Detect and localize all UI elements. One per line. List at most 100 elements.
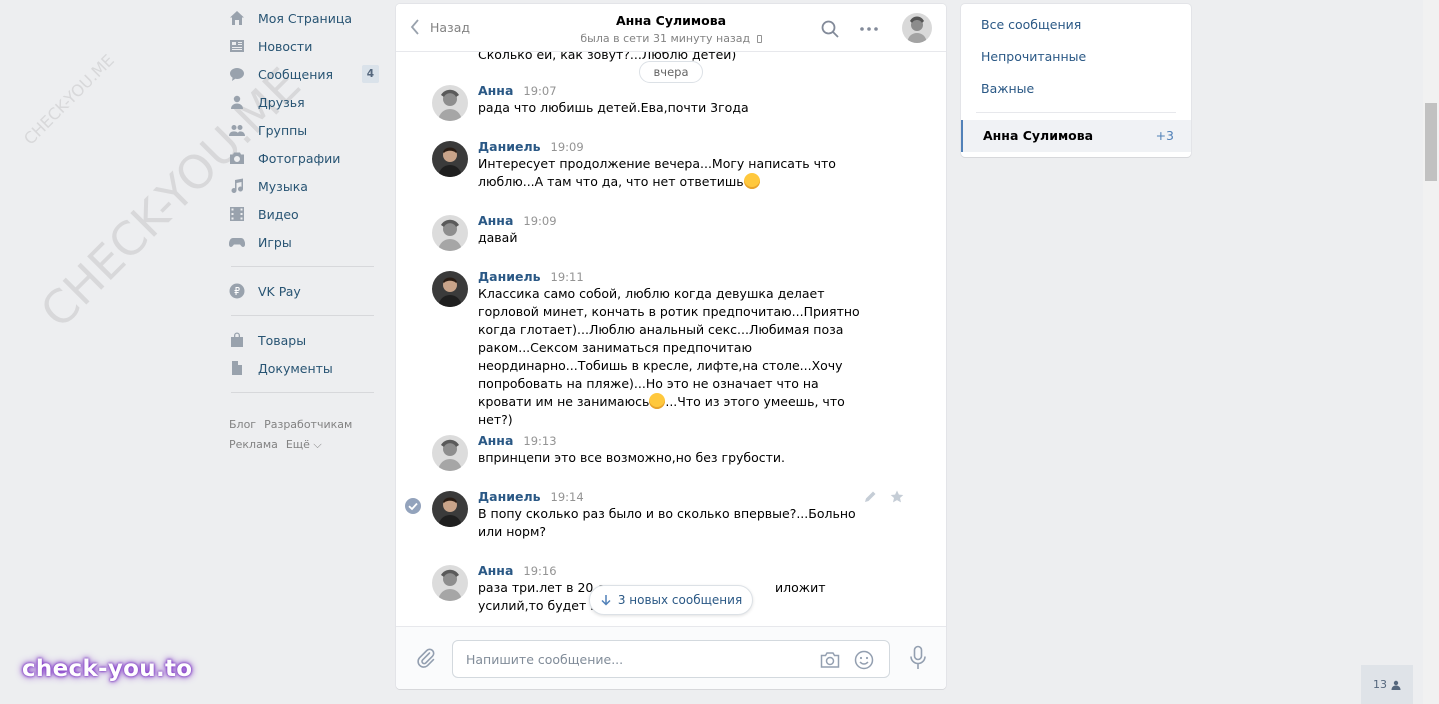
filter-unread[interactable]: Непрочитанные <box>961 41 1191 73</box>
message-time[interactable]: 19:16 <box>523 564 556 578</box>
new-messages-button[interactable]: 3 новых сообщения <box>589 585 753 615</box>
nav-label: Документы <box>258 360 333 376</box>
documents-icon <box>229 360 245 376</box>
message-time[interactable]: 19:14 <box>551 490 584 504</box>
peer-status-text: была в сети 31 минуту назад <box>580 32 751 45</box>
nav-label: Товары <box>258 332 307 348</box>
message-time[interactable]: 19:09 <box>551 140 584 154</box>
active-dialog-name: Анна Сулимова <box>983 128 1094 143</box>
nav-label: Фотографии <box>258 150 341 166</box>
active-dialog-item[interactable]: Анна Сулимова +3 <box>961 120 1191 152</box>
nav-label: Игры <box>258 234 292 250</box>
message-author[interactable]: Анна <box>478 83 513 98</box>
nav-documents[interactable]: Документы <box>229 354 379 382</box>
nav-my-page[interactable]: Моя Страница <box>229 4 379 32</box>
message-author[interactable]: Анна <box>478 433 513 448</box>
nav-label: Моя Страница <box>258 10 352 26</box>
nav-label: VK Pay <box>258 283 301 299</box>
message-item[interactable]: Анна 19:07 рада что любишь детей.Ева,почт… <box>432 83 892 121</box>
message-time[interactable]: 19:13 <box>523 434 556 448</box>
news-icon <box>229 38 245 54</box>
filter-all-messages[interactable]: Все сообщения <box>961 9 1191 41</box>
emoji-icon[interactable] <box>853 649 875 671</box>
footer-more-link[interactable]: Ещё ⌵ <box>286 438 322 451</box>
avatar-anna[interactable] <box>432 435 468 471</box>
message-selected-check-icon[interactable] <box>405 498 421 514</box>
filter-important[interactable]: Важные <box>961 73 1191 105</box>
message-author[interactable]: Даниель <box>478 269 541 284</box>
nav-footer: Блог Разработчикам Реклама Ещё ⌵ <box>229 415 379 455</box>
nav-photos[interactable]: Фотографии <box>229 144 379 172</box>
search-icon[interactable] <box>820 19 840 39</box>
watermark-small: CHECK-YOU.ME <box>20 50 118 149</box>
message-author[interactable]: Анна <box>478 213 513 228</box>
message-item[interactable]: Анна 19:09 давай <box>432 213 892 251</box>
avatar-daniel[interactable] <box>432 491 468 527</box>
filter-divider <box>976 112 1176 113</box>
photos-icon <box>229 150 245 166</box>
message-item[interactable]: Даниель 19:14 В попу сколько раз было и в… <box>432 489 892 541</box>
date-separator: вчера <box>639 61 703 83</box>
more-icon[interactable] <box>859 19 879 39</box>
friends-icon <box>229 94 245 110</box>
avatar-daniel[interactable] <box>432 141 468 177</box>
nav-friends[interactable]: Друзья <box>229 88 379 116</box>
message-history[interactable]: Сколько ей, как зовут?...Люблю детей) вч… <box>396 4 946 626</box>
chat-header: Назад Анна Сулимова была в сети 31 минут… <box>396 4 946 52</box>
nav-label: Музыка <box>258 178 308 194</box>
message-author[interactable]: Даниель <box>478 489 541 504</box>
vkpay-icon <box>229 283 245 299</box>
avatar-daniel[interactable] <box>432 271 468 307</box>
footer-developers-link[interactable]: Разработчикам <box>264 418 352 431</box>
video-icon <box>229 206 245 222</box>
nav-goods[interactable]: Товары <box>229 326 379 354</box>
avatar-anna[interactable] <box>432 565 468 601</box>
messages-icon <box>229 66 245 82</box>
nav-label: Видео <box>258 206 299 222</box>
online-friends-button[interactable]: 13 <box>1361 665 1413 704</box>
camera-icon[interactable] <box>819 649 841 671</box>
nav-divider <box>231 315 374 316</box>
nav-label: Новости <box>258 38 313 54</box>
message-input[interactable] <box>453 641 793 677</box>
nav-games[interactable]: Игры <box>229 228 379 256</box>
avatar-anna[interactable] <box>432 85 468 121</box>
nav-groups[interactable]: Группы <box>229 116 379 144</box>
footer-ads-link[interactable]: Реклама <box>229 438 278 451</box>
message-text: Классика само собой, люблю когда девушка… <box>478 285 868 429</box>
message-item[interactable]: Даниель 19:11 Классика само собой, люблю … <box>432 269 892 429</box>
emoji-smile-icon <box>649 393 666 409</box>
nav-news[interactable]: Новости <box>229 32 379 60</box>
nav-divider <box>231 266 374 267</box>
paperclip-icon[interactable] <box>415 647 437 669</box>
message-text-content: Интересует продолжение вечера...Могу нап… <box>478 156 836 189</box>
footer-blog-link[interactable]: Блог <box>229 418 256 431</box>
page-scrollbar-thumb[interactable] <box>1425 103 1437 181</box>
message-text-content: раза три.лет в 20.е <box>478 580 606 595</box>
nav-divider <box>231 392 374 393</box>
nav-music[interactable]: Музыка <box>229 172 379 200</box>
nav-messages[interactable]: Сообщения 4 <box>229 60 379 88</box>
groups-icon <box>229 122 245 138</box>
message-author[interactable]: Анна <box>478 563 513 578</box>
message-text: Интересует продолжение вечера...Могу нап… <box>478 155 868 191</box>
nav-video[interactable]: Видео <box>229 200 379 228</box>
message-item[interactable]: Анна 19:13 впринцепи это все возможно,но … <box>432 433 892 471</box>
message-time[interactable]: 19:07 <box>523 84 556 98</box>
messages-count-badge: 4 <box>361 65 379 83</box>
message-text: В попу сколько раз было и во сколько впе… <box>478 506 856 539</box>
dialog-filters: Все сообщения Непрочитанные Важные Анна … <box>961 4 1191 157</box>
message-item[interactable]: Даниель 19:09 Интересует продолжение вече… <box>432 139 892 191</box>
message-composer <box>396 626 946 689</box>
message-time[interactable]: 19:11 <box>551 270 584 284</box>
left-navigation: Моя Страница Новости Сообщения 4 Друзья … <box>229 0 379 455</box>
avatar-anna[interactable] <box>432 215 468 251</box>
message-text-content: Классика само собой, люблю когда девушка… <box>478 286 860 409</box>
nav-vk-pay[interactable]: VK Pay <box>229 277 379 305</box>
active-dialog-count: +3 <box>1155 128 1174 143</box>
microphone-icon[interactable] <box>908 645 928 671</box>
message-time[interactable]: 19:09 <box>523 214 556 228</box>
home-icon <box>229 10 245 26</box>
message-author[interactable]: Даниель <box>478 139 541 154</box>
peer-avatar[interactable] <box>902 13 932 43</box>
